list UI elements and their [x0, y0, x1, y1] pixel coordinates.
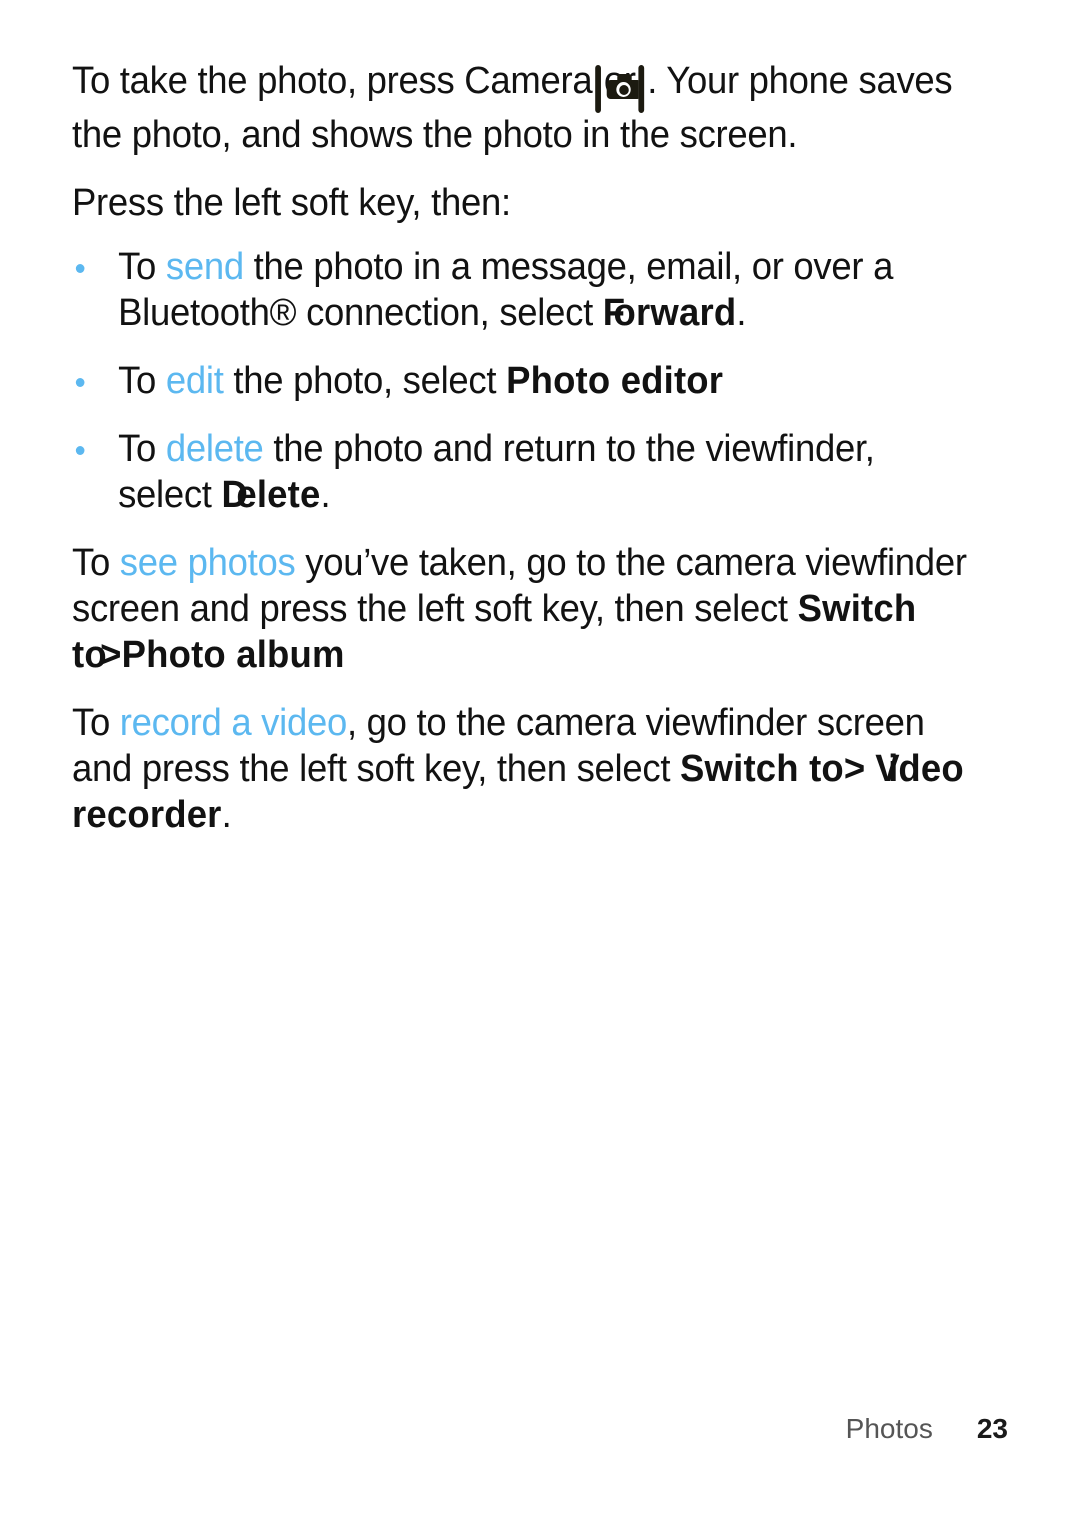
paragraph-see-photos: To see photos you’ve taken, go to the ca… [72, 540, 974, 678]
page-content: To take the photo, press Cameraor. Your … [72, 58, 1012, 860]
center-key-outline [638, 65, 645, 113]
paragraph-record-video-accent: record a video [119, 702, 347, 744]
paragraph-press-soft-key: Press the left soft key, then: [72, 182, 511, 224]
bullet-send-accent: send [165, 246, 244, 288]
menu-switch-to-2: Switch to [680, 748, 844, 790]
bullet-delete-seg1: To [118, 428, 166, 470]
center-select-key-icon [638, 65, 645, 113]
menu-delete-rest: elete [236, 474, 321, 516]
bullet-dot-icon [75, 446, 85, 455]
camera-lens-center [618, 84, 629, 95]
bullet-send-seg1: To [118, 246, 166, 288]
menu-separator-chevron: > [100, 634, 122, 676]
page-number: 23 [976, 1413, 1008, 1444]
options-list: To send the photo in a message, email, o… [72, 244, 1012, 518]
camera-key-icon [595, 65, 642, 113]
footer-section-label: Photos [845, 1413, 933, 1444]
bullet-edit-seg2: the photo, select [223, 360, 507, 402]
menu-separator-chevron-2: > [843, 748, 866, 790]
paragraph-take-photo: To take the photo, press Cameraor. Your … [72, 58, 974, 158]
bullet-delete-seg3: . [320, 474, 331, 516]
menu-photo-editor: Photo editor [506, 360, 724, 402]
paragraph-record-video: To record a video, go to the camera view… [72, 700, 974, 838]
paragraph-take-photo-seg1: To take the photo, press Camera [72, 60, 593, 102]
bullet-edit-seg1: To [118, 360, 166, 402]
bullet-delete-accent: delete [165, 428, 264, 470]
paragraph-record-video-seg1: To [72, 702, 120, 744]
list-item: To edit the photo, select Photo editor [72, 358, 974, 404]
paragraph-see-photos-accent: see photos [119, 542, 296, 584]
bullet-dot-icon [75, 378, 85, 387]
bullet-send-seg3: . [736, 292, 747, 334]
bullet-dot-icon [75, 264, 85, 273]
list-item: To delete the photo and return to the vi… [72, 426, 974, 518]
camera-key-outline [595, 65, 642, 113]
paragraph-see-photos-seg1: To [72, 542, 120, 584]
paragraph-record-video-seg3: . [221, 794, 232, 836]
menu-photo-album: Photo album [121, 634, 345, 676]
menu-forward-rest: orward [613, 292, 737, 334]
list-item: To send the photo in a message, email, o… [72, 244, 974, 336]
manual-page: To take the photo, press Cameraor. Your … [0, 0, 1080, 1532]
bullet-edit-accent: edit [165, 360, 224, 402]
page-footer: Photos 23 [0, 1412, 1008, 1446]
